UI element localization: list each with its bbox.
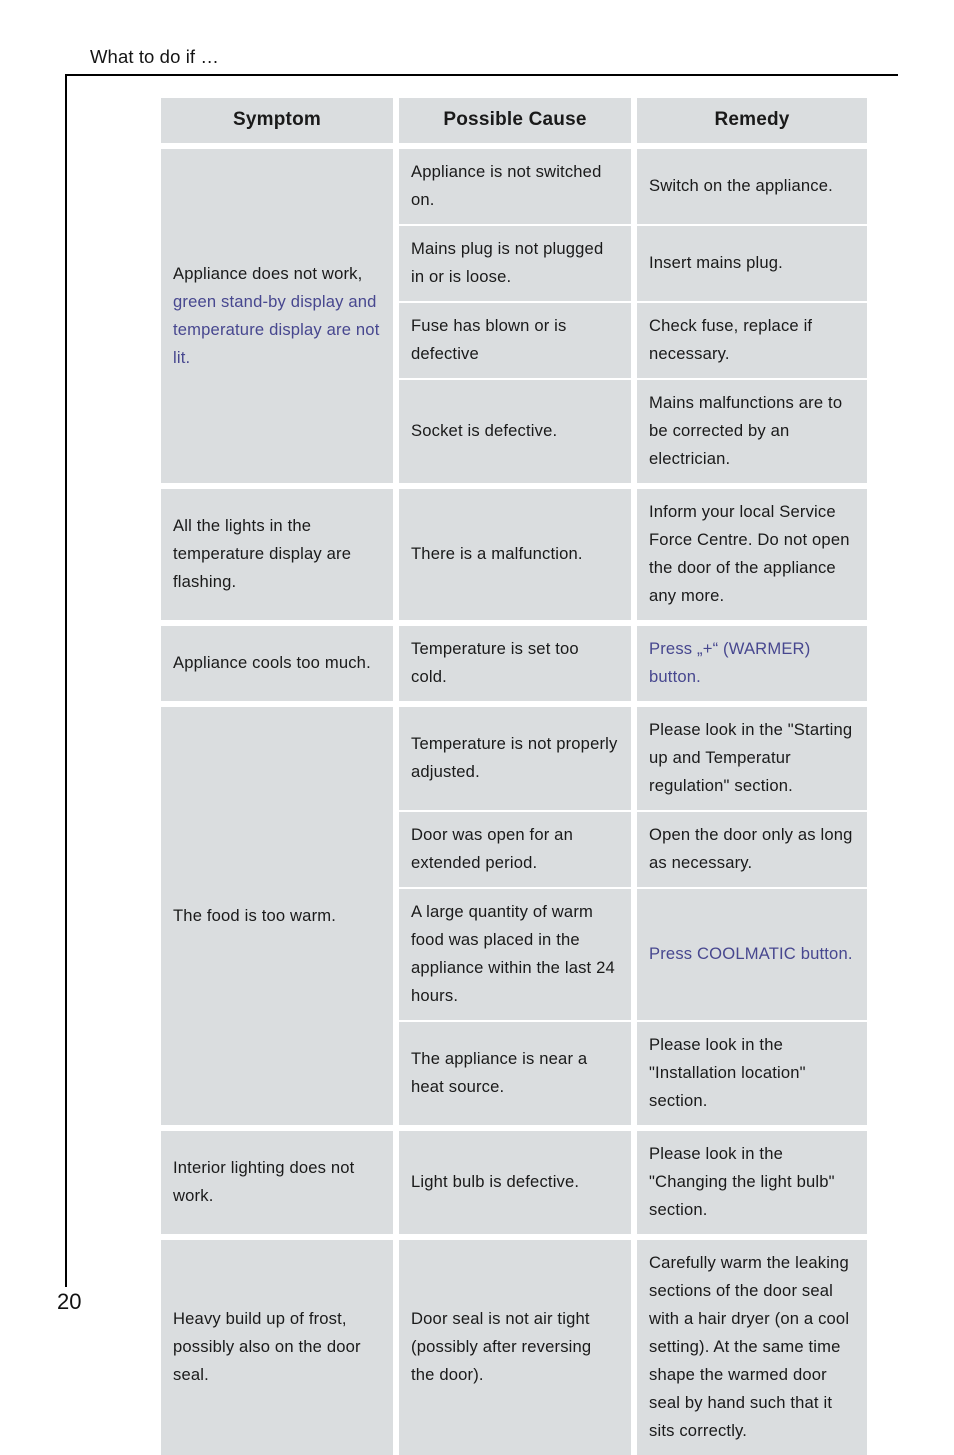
possible-cause-cell: Socket is defective.	[399, 380, 631, 483]
table-header-row: Symptom Possible Cause Remedy	[161, 98, 867, 143]
possible-cause-cell: Mains plug is not plugged in or is loose…	[399, 226, 631, 301]
remedy-cell: Press COOLMATIC button.	[637, 889, 867, 1020]
cause-remedy-stack: Temperature is set too cold. Press „+“ (W…	[399, 626, 867, 701]
troubleshooting-table: Symptom Possible Cause Remedy Appliance …	[161, 98, 867, 1455]
cause-remedy-row: Fuse has blown or is defective Check fuse…	[399, 303, 867, 378]
possible-cause-cell: The appliance is near a heat source.	[399, 1022, 631, 1125]
table-row: The food is too warm. Temperature is not …	[161, 707, 867, 1125]
remedy-cell: Please look in the "Changing the light b…	[637, 1131, 867, 1234]
remedy-cell: Inform your local Service Force Centre. …	[637, 489, 867, 620]
symptom-text: Heavy build up of frost, possibly also o…	[173, 1309, 361, 1384]
column-header-remedy: Remedy	[637, 98, 867, 143]
possible-cause-cell: Door was open for an extended period.	[399, 812, 631, 887]
symptom-cell: Appliance does not work, green stand-by …	[161, 149, 393, 483]
symptom-text: All the lights in the temperature displa…	[173, 516, 352, 591]
possible-cause-cell: Temperature is set too cold.	[399, 626, 631, 701]
cause-remedy-row: Door was open for an extended period. Ope…	[399, 812, 867, 887]
table-row: Appliance does not work, green stand-by …	[161, 149, 867, 483]
possible-cause-text: The appliance is near a heat source.	[411, 1049, 588, 1096]
remedy-cell: Please look in the "Installation locatio…	[637, 1022, 867, 1125]
remedy-text: Press COOLMATIC button.	[649, 944, 853, 963]
cause-remedy-row: Temperature is set too cold. Press „+“ (W…	[399, 626, 867, 701]
remedy-text: Carefully warm the leaking sections of t…	[649, 1253, 850, 1440]
remedy-text: Press „+“ (WARMER) button.	[649, 639, 811, 686]
cause-remedy-row: Light bulb is defective. Please look in t…	[399, 1131, 867, 1234]
remedy-text: Check fuse, replace if necessary.	[649, 316, 813, 363]
remedy-cell: Insert mains plug.	[637, 226, 867, 301]
remedy-text: Please look in the "Starting up and Temp…	[649, 720, 853, 795]
table-row: Interior lighting does not work. Light bu…	[161, 1131, 867, 1234]
cause-remedy-stack: Appliance is not switched on. Switch on t…	[399, 149, 867, 483]
symptom-highlight-text: green stand-by display and temperature d…	[173, 291, 380, 367]
possible-cause-text: Light bulb is defective.	[411, 1172, 580, 1191]
running-head: What to do if …	[90, 46, 219, 67]
cause-remedy-stack: There is a malfunction. Inform your local…	[399, 489, 867, 620]
symptom-cell: Appliance cools too much.	[161, 626, 393, 701]
cause-remedy-row: Temperature is not properly adjusted. Ple…	[399, 707, 867, 810]
cause-remedy-row: There is a malfunction. Inform your local…	[399, 489, 867, 620]
cause-remedy-row: Socket is defective. Mains malfunctions a…	[399, 380, 867, 483]
possible-cause-cell: There is a malfunction.	[399, 489, 631, 620]
symptom-cell: The food is too warm.	[161, 707, 393, 1125]
possible-cause-cell: Temperature is not properly adjusted.	[399, 707, 631, 810]
possible-cause-text: There is a malfunction.	[411, 544, 583, 563]
remedy-text: Switch on the appliance.	[649, 176, 833, 195]
remedy-text: Please look in the "Changing the light b…	[649, 1144, 835, 1219]
symptom-text: Appliance cools too much.	[173, 653, 371, 672]
possible-cause-text: Fuse has blown or is defective	[411, 316, 567, 363]
cause-remedy-stack: Door seal is not air tight (possibly aft…	[399, 1240, 867, 1455]
remedy-cell: Press „+“ (WARMER) button.	[637, 626, 867, 701]
remedy-cell: Carefully warm the leaking sections of t…	[637, 1240, 867, 1455]
possible-cause-text: Socket is defective.	[411, 421, 558, 440]
possible-cause-text: Mains plug is not plugged in or is loose…	[411, 239, 604, 286]
remedy-text: Open the door only as long as necessary.	[649, 825, 853, 872]
table-row: All the lights in the temperature displa…	[161, 489, 867, 620]
side-margin-rule	[65, 74, 67, 1287]
cause-remedy-row: Mains plug is not plugged in or is loose…	[399, 226, 867, 301]
possible-cause-text: Appliance is not switched on.	[411, 162, 602, 209]
cause-remedy-stack: Light bulb is defective. Please look in t…	[399, 1131, 867, 1234]
possible-cause-cell: Appliance is not switched on.	[399, 149, 631, 224]
remedy-cell: Check fuse, replace if necessary.	[637, 303, 867, 378]
remedy-cell: Please look in the "Starting up and Temp…	[637, 707, 867, 810]
remedy-cell: Switch on the appliance.	[637, 149, 867, 224]
possible-cause-cell: A large quantity of warm food was placed…	[399, 889, 631, 1020]
possible-cause-text: Door seal is not air tight (possibly aft…	[411, 1309, 592, 1384]
possible-cause-text: A large quantity of warm food was placed…	[411, 902, 615, 1005]
cause-remedy-row: A large quantity of warm food was placed…	[399, 889, 867, 1020]
possible-cause-text: Temperature is not properly adjusted.	[411, 734, 618, 781]
cause-remedy-row: Appliance is not switched on. Switch on t…	[399, 149, 867, 224]
possible-cause-text: Temperature is set too cold.	[411, 639, 579, 686]
page-number: 20	[57, 1289, 82, 1314]
remedy-text: Inform your local Service Force Centre. …	[649, 502, 850, 605]
possible-cause-text: Door was open for an extended period.	[411, 825, 573, 872]
cause-remedy-stack: Temperature is not properly adjusted. Ple…	[399, 707, 867, 1125]
remedy-cell: Mains malfunctions are to be corrected b…	[637, 380, 867, 483]
symptom-cell: Interior lighting does not work.	[161, 1131, 393, 1234]
column-header-possible-cause: Possible Cause	[399, 98, 631, 143]
header-rule	[65, 74, 898, 76]
column-header-symptom: Symptom	[161, 98, 393, 143]
possible-cause-cell: Fuse has blown or is defective	[399, 303, 631, 378]
possible-cause-cell: Door seal is not air tight (possibly aft…	[399, 1240, 631, 1455]
symptom-cell: All the lights in the temperature displa…	[161, 489, 393, 620]
symptom-text: Interior lighting does not work.	[173, 1158, 355, 1205]
cause-remedy-row: Door seal is not air tight (possibly aft…	[399, 1240, 867, 1455]
remedy-text: Insert mains plug.	[649, 253, 783, 272]
symptom-cell: Heavy build up of frost, possibly also o…	[161, 1240, 393, 1455]
symptom-text: The food is too warm.	[173, 905, 337, 925]
manual-page: What to do if … Symptom Possible Cause R…	[0, 0, 954, 1455]
remedy-text: Mains malfunctions are to be corrected b…	[649, 393, 843, 468]
table-row: Appliance cools too much. Temperature is …	[161, 626, 867, 701]
cause-remedy-row: The appliance is near a heat source. Plea…	[399, 1022, 867, 1125]
table-row: Heavy build up of frost, possibly also o…	[161, 1240, 867, 1455]
possible-cause-cell: Light bulb is defective.	[399, 1131, 631, 1234]
symptom-text: Appliance does not work,	[173, 263, 363, 283]
remedy-text: Please look in the "Installation locatio…	[649, 1035, 806, 1110]
remedy-cell: Open the door only as long as necessary.	[637, 812, 867, 887]
